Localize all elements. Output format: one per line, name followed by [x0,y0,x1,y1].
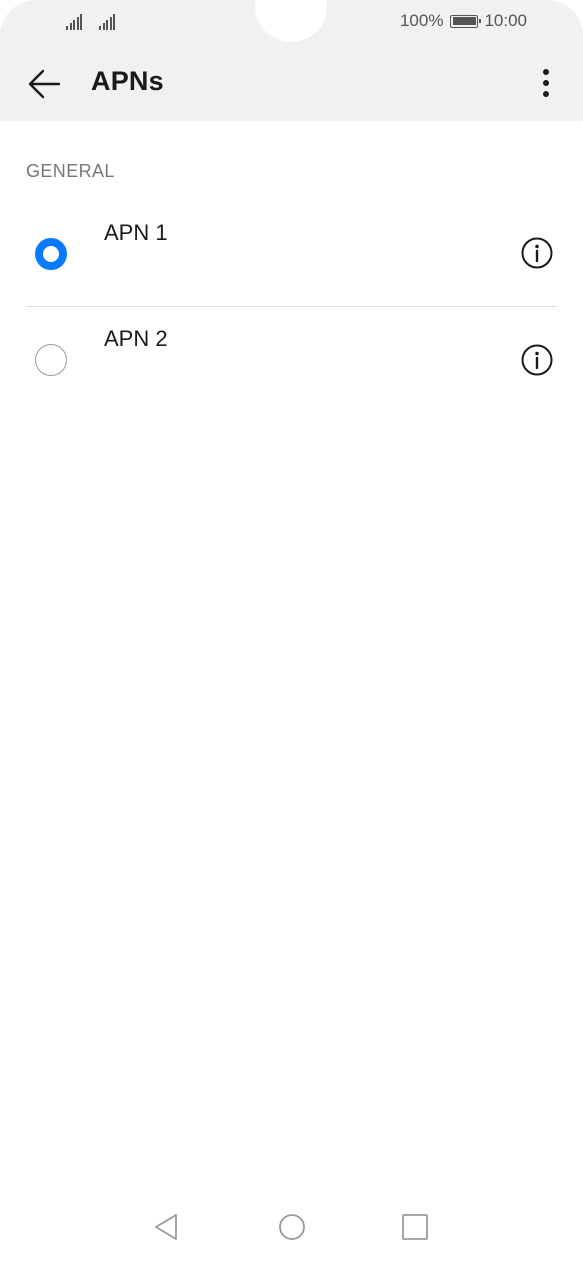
status-bar: 100% 10:00 [0,0,583,44]
info-icon [521,237,553,269]
nav-back-icon [155,1214,177,1240]
apn-list-item[interactable]: APN 2 [0,312,583,412]
page-title: APNs [91,66,164,96]
signal-icon [66,13,82,30]
screen: 100% 10:00 APNs GENERAL APN 1 APN 2 [0,0,583,1264]
apn-list-item[interactable]: APN 1 [0,205,583,305]
more-options-button[interactable] [531,64,561,104]
more-vertical-icon [543,69,549,97]
back-arrow-icon [28,69,61,99]
section-header: GENERAL [26,161,115,181]
battery-icon [450,14,482,28]
navigation-bar [0,1196,583,1264]
status-right: 100% 10:00 [400,11,527,31]
back-button[interactable] [22,64,62,104]
battery-percent: 100% [399,11,444,30]
signal-icon [99,13,115,30]
clock: 10:00 [484,11,527,30]
nav-home-icon [279,1214,305,1240]
list-divider [26,306,557,307]
nav-back-button[interactable] [152,1212,182,1242]
nav-home-button[interactable] [277,1212,307,1242]
nav-recents-icon [402,1214,428,1240]
apn-radio-unselected[interactable] [35,344,67,376]
nav-recents-button[interactable] [400,1212,430,1242]
apn-name: APN 1 [104,220,168,245]
app-header: 100% 10:00 APNs [0,0,583,121]
apn-radio-selected[interactable] [35,238,67,270]
apn-info-button[interactable] [520,236,554,270]
toolbar: APNs [0,50,583,116]
apn-info-button[interactable] [520,343,554,377]
apn-name: APN 2 [104,326,168,351]
info-icon [521,344,553,376]
